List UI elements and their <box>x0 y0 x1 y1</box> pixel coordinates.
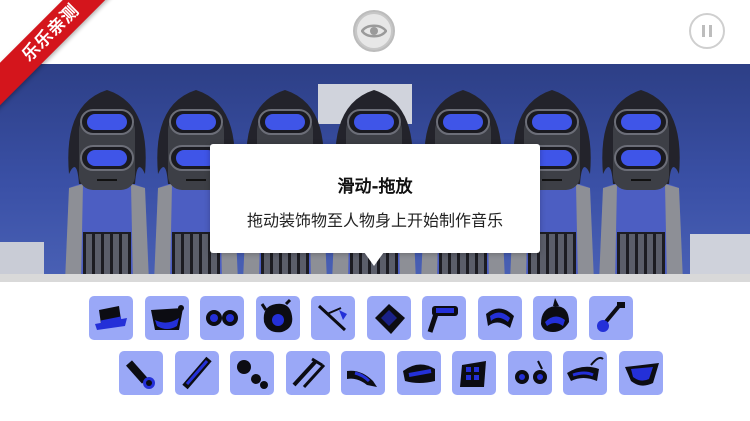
keypad-icon <box>460 361 486 387</box>
stick-item[interactable] <box>174 351 219 395</box>
bandana-item[interactable] <box>144 296 189 340</box>
top-hat-item[interactable] <box>89 296 133 340</box>
eye-button[interactable] <box>353 10 395 52</box>
bandana-icon <box>150 305 184 330</box>
antenna-icon <box>317 304 347 332</box>
messy-hair-icon <box>260 298 292 333</box>
goggles-item[interactable] <box>200 296 244 340</box>
cap-icon <box>402 364 435 383</box>
stick-icon <box>181 356 212 390</box>
spiky-helmet-item[interactable] <box>533 296 577 340</box>
messy-hair-item[interactable] <box>255 296 300 340</box>
character-figure <box>65 90 149 282</box>
feather-hat-icon <box>567 356 604 381</box>
dots-icon <box>237 360 268 389</box>
shell-item[interactable] <box>618 351 663 395</box>
horn-icon <box>347 370 377 387</box>
hammer-icon <box>427 306 458 333</box>
visor-item[interactable] <box>477 296 522 340</box>
bar-item[interactable] <box>285 351 330 395</box>
square-mask-icon <box>374 304 405 334</box>
drag-hint-tooltip: 滑动-拖放 拖动装饰物至人物身上开始制作音乐 <box>210 144 540 266</box>
guitar-item[interactable] <box>588 296 633 340</box>
tooltip-pointer <box>364 252 384 266</box>
flashlight-item[interactable] <box>119 351 163 395</box>
hammer-item[interactable] <box>422 296 466 340</box>
shell-icon <box>624 363 659 386</box>
character-figure <box>599 90 683 282</box>
keypad-item[interactable] <box>452 351 496 395</box>
pause-button[interactable] <box>689 13 725 49</box>
spiky-helmet-icon <box>541 298 569 332</box>
glasses-icon <box>514 360 547 384</box>
eye-icon <box>357 14 391 48</box>
goggles-icon <box>206 310 238 326</box>
flashlight-icon <box>126 360 155 389</box>
top-hat-icon <box>95 306 127 330</box>
top-bar: 乐乐亲测 <box>0 0 750 111</box>
stage-floor <box>0 274 750 282</box>
visor-icon <box>485 308 514 328</box>
item-palette <box>0 282 750 421</box>
glasses-item[interactable] <box>507 351 552 395</box>
antenna-item[interactable] <box>311 296 355 340</box>
guitar-icon <box>596 302 625 332</box>
cap-item[interactable] <box>396 351 441 395</box>
square-mask-item[interactable] <box>366 296 411 340</box>
dots-item[interactable] <box>230 351 274 395</box>
horn-item[interactable] <box>341 351 385 395</box>
tooltip-title: 滑动-拖放 <box>337 177 413 197</box>
bar-icon <box>292 357 325 389</box>
tooltip-subtitle: 拖动装饰物至人物身上开始制作音乐 <box>246 211 503 230</box>
feather-hat-item[interactable] <box>563 351 607 395</box>
pause-icon <box>702 25 712 37</box>
